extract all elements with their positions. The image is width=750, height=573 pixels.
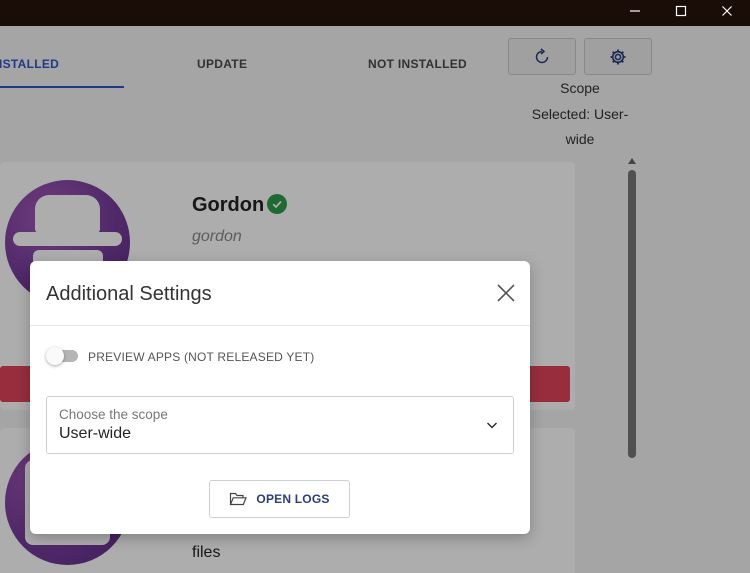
open-logs-label: OPEN LOGS: [256, 492, 330, 506]
close-icon: [722, 6, 732, 16]
close-icon: [497, 284, 515, 302]
preview-apps-toggle[interactable]: [46, 347, 78, 365]
toggle-knob: [46, 347, 64, 365]
chevron-down-icon: [486, 422, 498, 429]
folder-open-icon: [230, 492, 248, 506]
dialog-close-button[interactable]: [492, 279, 520, 307]
app-window: INSTALLED UPDATE NOT INSTALLED Scope Sel…: [0, 0, 750, 573]
close-window-button[interactable]: [704, 0, 750, 22]
minimize-button[interactable]: [612, 0, 658, 22]
scope-select-label: Choose the scope: [59, 407, 168, 422]
maximize-icon: [675, 5, 687, 17]
additional-settings-dialog: Additional Settings PREVIEW APPS (NOT RE…: [30, 261, 530, 534]
minimize-icon: [630, 10, 640, 12]
scope-select[interactable]: Choose the scope User-wide: [46, 396, 514, 454]
preview-apps-label: PREVIEW APPS (NOT RELEASED YET): [88, 350, 315, 364]
dialog-title: Additional Settings: [46, 283, 212, 305]
dialog-divider: [30, 325, 530, 326]
open-logs-button[interactable]: OPEN LOGS: [209, 480, 350, 518]
title-bar: [0, 0, 750, 26]
scope-select-value: User-wide: [59, 425, 132, 442]
maximize-button[interactable]: [658, 0, 704, 22]
